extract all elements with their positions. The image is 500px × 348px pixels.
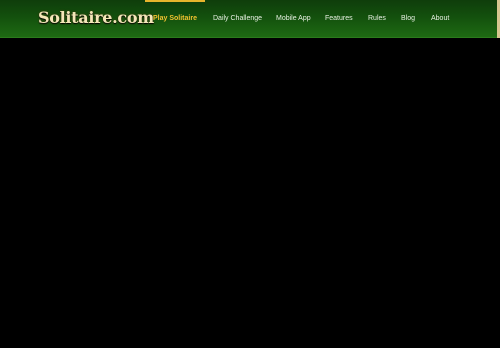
game-area[interactable]: [0, 38, 500, 348]
nav-item-about[interactable]: About: [431, 0, 449, 37]
site-logo[interactable]: Solitaire.com: [38, 8, 154, 28]
nav-item-features[interactable]: Features: [325, 0, 353, 37]
nav-item-daily-challenge[interactable]: Daily Challenge: [213, 0, 262, 37]
page: Solitaire.com Play Solitaire Daily Chall…: [0, 0, 500, 348]
nav-item-mobile-app[interactable]: Mobile App: [276, 0, 311, 37]
site-header: Solitaire.com Play Solitaire Daily Chall…: [0, 0, 497, 38]
nav-item-rules[interactable]: Rules: [368, 0, 386, 37]
nav-item-play-solitaire[interactable]: Play Solitaire: [153, 0, 197, 37]
nav-item-blog[interactable]: Blog: [401, 0, 415, 37]
